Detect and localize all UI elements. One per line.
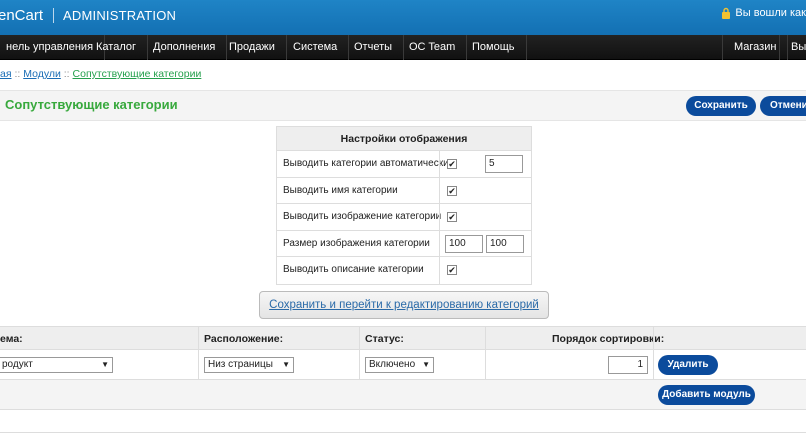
settings-row: Выводить имя категории ✔ [277, 177, 531, 205]
setting-label: Выводить имя категории [283, 184, 398, 196]
settings-row: Выводить изображение категории ✔ [277, 204, 531, 231]
menu-reports[interactable]: Отчеты [343, 35, 405, 60]
menu-octeam[interactable]: OC Team [398, 35, 468, 60]
menu-sales[interactable]: Продажи [218, 35, 287, 60]
save-button[interactable]: Сохранить [686, 96, 756, 116]
login-text: Вы вошли как [735, 7, 806, 19]
sort-order-input[interactable]: 1 [608, 356, 648, 374]
menu-extensions[interactable]: Дополнения [142, 35, 228, 60]
table-row: родукт ▼ Низ страницы ▼ Включено ▼ 1 Удалит… [0, 350, 806, 380]
show-description-checkbox[interactable]: ✔ [447, 265, 457, 276]
lock-icon [722, 7, 731, 19]
heading-bar: Сопутствующие категории Сохранить Отмени… [0, 90, 806, 121]
menu-catalog[interactable]: Каталог [85, 35, 148, 60]
chevron-down-icon: ▼ [101, 360, 109, 369]
settings-row: Размер изображения категории 100 100 [277, 230, 531, 258]
setting-label: Выводить описание категории [283, 264, 424, 276]
image-height-input[interactable]: 100 [486, 234, 524, 253]
column-layout: ема: [0, 333, 23, 345]
breadcrumb: ая :: Модули :: Сопутствующие категории [0, 68, 201, 80]
breadcrumb-current[interactable]: Сопутствующие категории [73, 68, 202, 80]
menu-logout[interactable]: Вых [779, 35, 806, 60]
show-image-checkbox[interactable]: ✔ [447, 212, 457, 223]
column-status: Статус: [365, 333, 404, 345]
settings-row: Выводить описание категории ✔ [277, 257, 531, 284]
column-sort-order: Порядок сортировки: [552, 333, 665, 345]
cancel-button[interactable]: Отменить [760, 96, 806, 116]
auto-categories-count-input[interactable]: 5 [485, 155, 523, 173]
login-status: Вы вошли как [721, 7, 806, 19]
page-title: Сопутствующие категории [5, 97, 178, 112]
main-menu: нель управления Каталог Дополнения Прода… [0, 35, 806, 60]
breadcrumb-modules[interactable]: Модули [23, 68, 61, 80]
auto-categories-checkbox[interactable]: ✔ [447, 159, 457, 169]
breadcrumb-separator: :: [14, 68, 21, 80]
chevron-down-icon: ▼ [422, 360, 430, 369]
save-and-edit-categories-button[interactable]: Сохранить и перейти к редактированию кат… [259, 291, 549, 319]
breadcrumb-home[interactable]: ая [0, 68, 12, 80]
image-width-input[interactable]: 100 [445, 234, 483, 253]
position-select[interactable]: Низ страницы ▼ [204, 357, 294, 373]
layout-select-value: родукт [2, 359, 33, 370]
settings-header: Настройки отображения [277, 127, 531, 151]
column-position: Расположение: [204, 333, 284, 345]
logo-divider [53, 7, 55, 23]
logo-brand: enCart [0, 6, 44, 24]
settings-row: Выводить категории автоматически ✔ 5 [277, 151, 531, 178]
show-name-checkbox[interactable]: ✔ [447, 185, 457, 196]
menu-system[interactable]: Система [282, 35, 350, 60]
setting-label: Выводить категории автоматически [283, 158, 449, 169]
table-footer-row: Добавить модуль [0, 380, 806, 410]
layout-select[interactable]: родукт ▼ [0, 357, 113, 373]
setting-label: Выводить изображение категории [283, 211, 442, 223]
top-header: enCart ADMINISTRATION Вы вошли как [0, 0, 806, 35]
table-header: ема: Расположение: Статус: Порядок сорти… [0, 326, 806, 350]
modules-table: ема: Расположение: Статус: Порядок сорти… [0, 326, 806, 432]
logo[interactable]: enCart ADMINISTRATION [0, 5, 176, 25]
add-module-button[interactable]: Добавить модуль [658, 385, 755, 405]
setting-label: Размер изображения категории [283, 237, 430, 249]
logo-subtitle: ADMINISTRATION [63, 7, 177, 23]
menu-help[interactable]: Помощь [461, 35, 527, 60]
position-select-value: Низ страницы [208, 359, 273, 370]
chevron-down-icon: ▼ [282, 360, 290, 369]
remove-module-button[interactable]: Удалить [658, 355, 718, 375]
status-select-value: Включено [369, 359, 416, 370]
display-settings-table: Настройки отображения Выводить категории… [276, 126, 532, 285]
breadcrumb-separator: :: [63, 68, 70, 80]
status-select[interactable]: Включено ▼ [365, 357, 434, 373]
